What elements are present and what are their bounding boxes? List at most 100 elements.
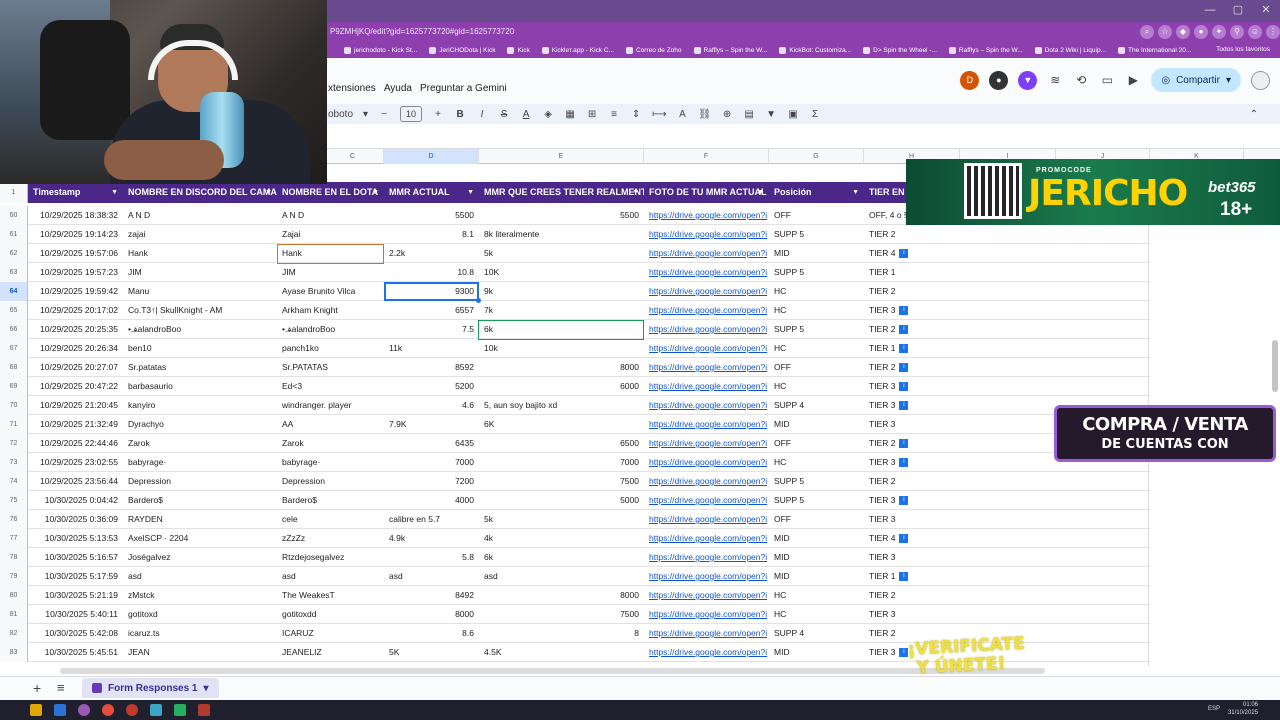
row-number[interactable]: 71 [0,415,28,434]
info-badge-icon[interactable]: i [899,306,909,316]
share-button[interactable]: ◎ Compartir ▾ [1151,68,1241,92]
font-select[interactable]: oboto [328,109,353,120]
puzzle-icon[interactable]: ⚲ [1230,25,1244,39]
cell-mmr[interactable]: 7200 [384,472,479,491]
row-number[interactable]: 62 [0,244,28,263]
cell-tier[interactable]: TIER 1i [864,339,960,358]
cell-discord[interactable]: AxelSCP · 2204 [123,529,277,548]
chevron-down-icon[interactable]: ▼ [632,182,639,203]
chevron-down-icon[interactable]: ▼ [467,182,474,203]
cell-tier[interactable]: TIER 3i [864,301,960,320]
cell-timestamp[interactable]: 10/29/2025 19:57:06 [28,244,123,263]
row-number[interactable]: 81 [0,605,28,624]
cell-dota-name[interactable]: Bardero$ [277,491,384,510]
italic-icon[interactable]: I [476,109,488,120]
cell-mmr-real[interactable]: 5k [479,510,644,529]
cell-mmr-real[interactable]: 6k [479,548,644,567]
info-badge-icon[interactable]: i [899,382,909,392]
zoom-icon[interactable]: ⌕ [1140,25,1154,39]
cell-timestamp[interactable]: 10/29/2025 21:20:45 [28,396,123,415]
cell-dota-name[interactable]: •.ѧalandroBoo [277,320,384,339]
cell-timestamp[interactable]: 10/29/2025 19:57:23 [28,263,123,282]
cell-tier[interactable]: TIER 2 [864,586,960,605]
cell-discord[interactable]: Manu [123,282,277,301]
cell-mmr[interactable]: 5200 [384,377,479,396]
cell-mmr[interactable]: 11k [384,339,479,358]
cell-mmr[interactable]: 8592 [384,358,479,377]
cell-mmr[interactable]: 7000 [384,453,479,472]
cell-discord[interactable]: Hank [123,244,277,263]
avatar-icon[interactable]: ● [989,70,1009,90]
close-icon[interactable]: ✕ [1252,0,1280,22]
avatar-icon[interactable]: ▼ [1018,70,1038,90]
vertical-scrollbar[interactable] [1272,340,1278,392]
bookmark-item[interactable]: jerichodoto - Kick St... [344,46,417,54]
all-bookmarks[interactable]: Todos los favoritos [1216,46,1270,53]
cell-photo-link[interactable]: https://drive.google.com/open?i [644,567,769,586]
cell-position[interactable]: SUPP 4 [769,624,864,643]
cell-mmr[interactable]: 7.9K [384,415,479,434]
cell-position[interactable]: SUPP 5 [769,225,864,244]
cell-mmr-real[interactable]: 10k [479,339,644,358]
header-discord[interactable]: NOMBRE EN DISCORD DEL CAMAL ▼ [123,182,277,203]
cell-timestamp[interactable]: 10/29/2025 19:59:42 [28,282,123,301]
row-number[interactable]: 61 [0,225,28,244]
cell-photo-link[interactable]: https://drive.google.com/open?i [644,624,769,643]
cell-dota-name[interactable]: Arkham Knight [277,301,384,320]
row-number[interactable]: 80 [0,586,28,605]
row-number[interactable]: 83 [0,643,28,662]
cell-timestamp[interactable]: 10/29/2025 23:02:55 [28,453,123,472]
cell-mmr-real[interactable]: 4k [479,529,644,548]
history-icon[interactable]: ⟲ [1073,72,1089,88]
rotate-icon[interactable]: A [676,109,688,120]
cell-position[interactable]: HC [769,339,864,358]
cell-dota-name[interactable]: asd [277,567,384,586]
info-badge-icon[interactable]: i [899,325,909,335]
menu-help[interactable]: Ayuda [384,83,412,94]
chevron-down-icon[interactable]: ▼ [372,182,379,203]
cell-photo-link[interactable]: https://drive.google.com/open?i [644,206,769,225]
cell-mmr-real[interactable]: 10K [479,263,644,282]
cell-mmr-real[interactable]: 9k [479,282,644,301]
cell-mmr-real[interactable]: 8000 [479,358,644,377]
cell-mmr-real[interactable]: 5k [479,244,644,263]
cell-photo-link[interactable]: https://drive.google.com/open?i [644,244,769,263]
cell-tier[interactable]: TIER 1 [864,263,960,282]
cell-tier[interactable]: TIER 2 [864,282,960,301]
info-badge-icon[interactable]: i [899,439,909,449]
cell-discord[interactable]: kanyiro [123,396,277,415]
cell-timestamp[interactable]: 10/29/2025 22:44:46 [28,434,123,453]
link-icon[interactable]: ⛓ [698,109,711,120]
functions-icon[interactable]: Σ [809,109,821,120]
cell-position[interactable]: SUPP 5 [769,491,864,510]
cell-mmr-real[interactable]: 6500 [479,434,644,453]
cell-discord[interactable]: •.ѧalandroBoo [123,320,277,339]
cell-timestamp[interactable]: 10/30/2025 5:17:59 [28,567,123,586]
wrap-icon[interactable]: ⟼ [652,109,666,120]
cell-discord[interactable]: RAYDEN [123,510,277,529]
row-number[interactable]: 70 [0,396,28,415]
cell-mmr-real[interactable]: 7500 [479,472,644,491]
cell-position[interactable]: SUPP 5 [769,472,864,491]
filter-icon[interactable]: ▼ [765,109,777,120]
cell-mmr[interactable]: 8492 [384,586,479,605]
folder-icon[interactable] [30,704,42,716]
row-number[interactable]: 63 [0,263,28,282]
row-number[interactable]: 68 [0,358,28,377]
info-badge-icon[interactable]: i [899,249,909,259]
cell-mmr[interactable]: 8.6 [384,624,479,643]
text-color-icon[interactable]: A [520,109,532,120]
cell-dota-name[interactable]: Depression [277,472,384,491]
collapse-icon[interactable]: ⌃ [1248,109,1260,120]
app-icon[interactable] [78,704,90,716]
cell-dota-name[interactable]: JEANELIZ [277,643,384,662]
menu-gemini[interactable]: Preguntar a Gemini [420,83,507,94]
cell-tier[interactable]: TIER 3i [864,377,960,396]
row-number[interactable]: 73 [0,453,28,472]
cell-mmr[interactable]: 2.2k [384,244,479,263]
language-indicator[interactable]: ESP [1208,706,1220,712]
cell-discord[interactable]: Zarok [123,434,277,453]
header-timestamp[interactable]: Timestamp ▼ [28,182,123,203]
cell-timestamp[interactable]: 10/29/2025 20:47:22 [28,377,123,396]
cell-photo-link[interactable]: https://drive.google.com/open?i [644,339,769,358]
